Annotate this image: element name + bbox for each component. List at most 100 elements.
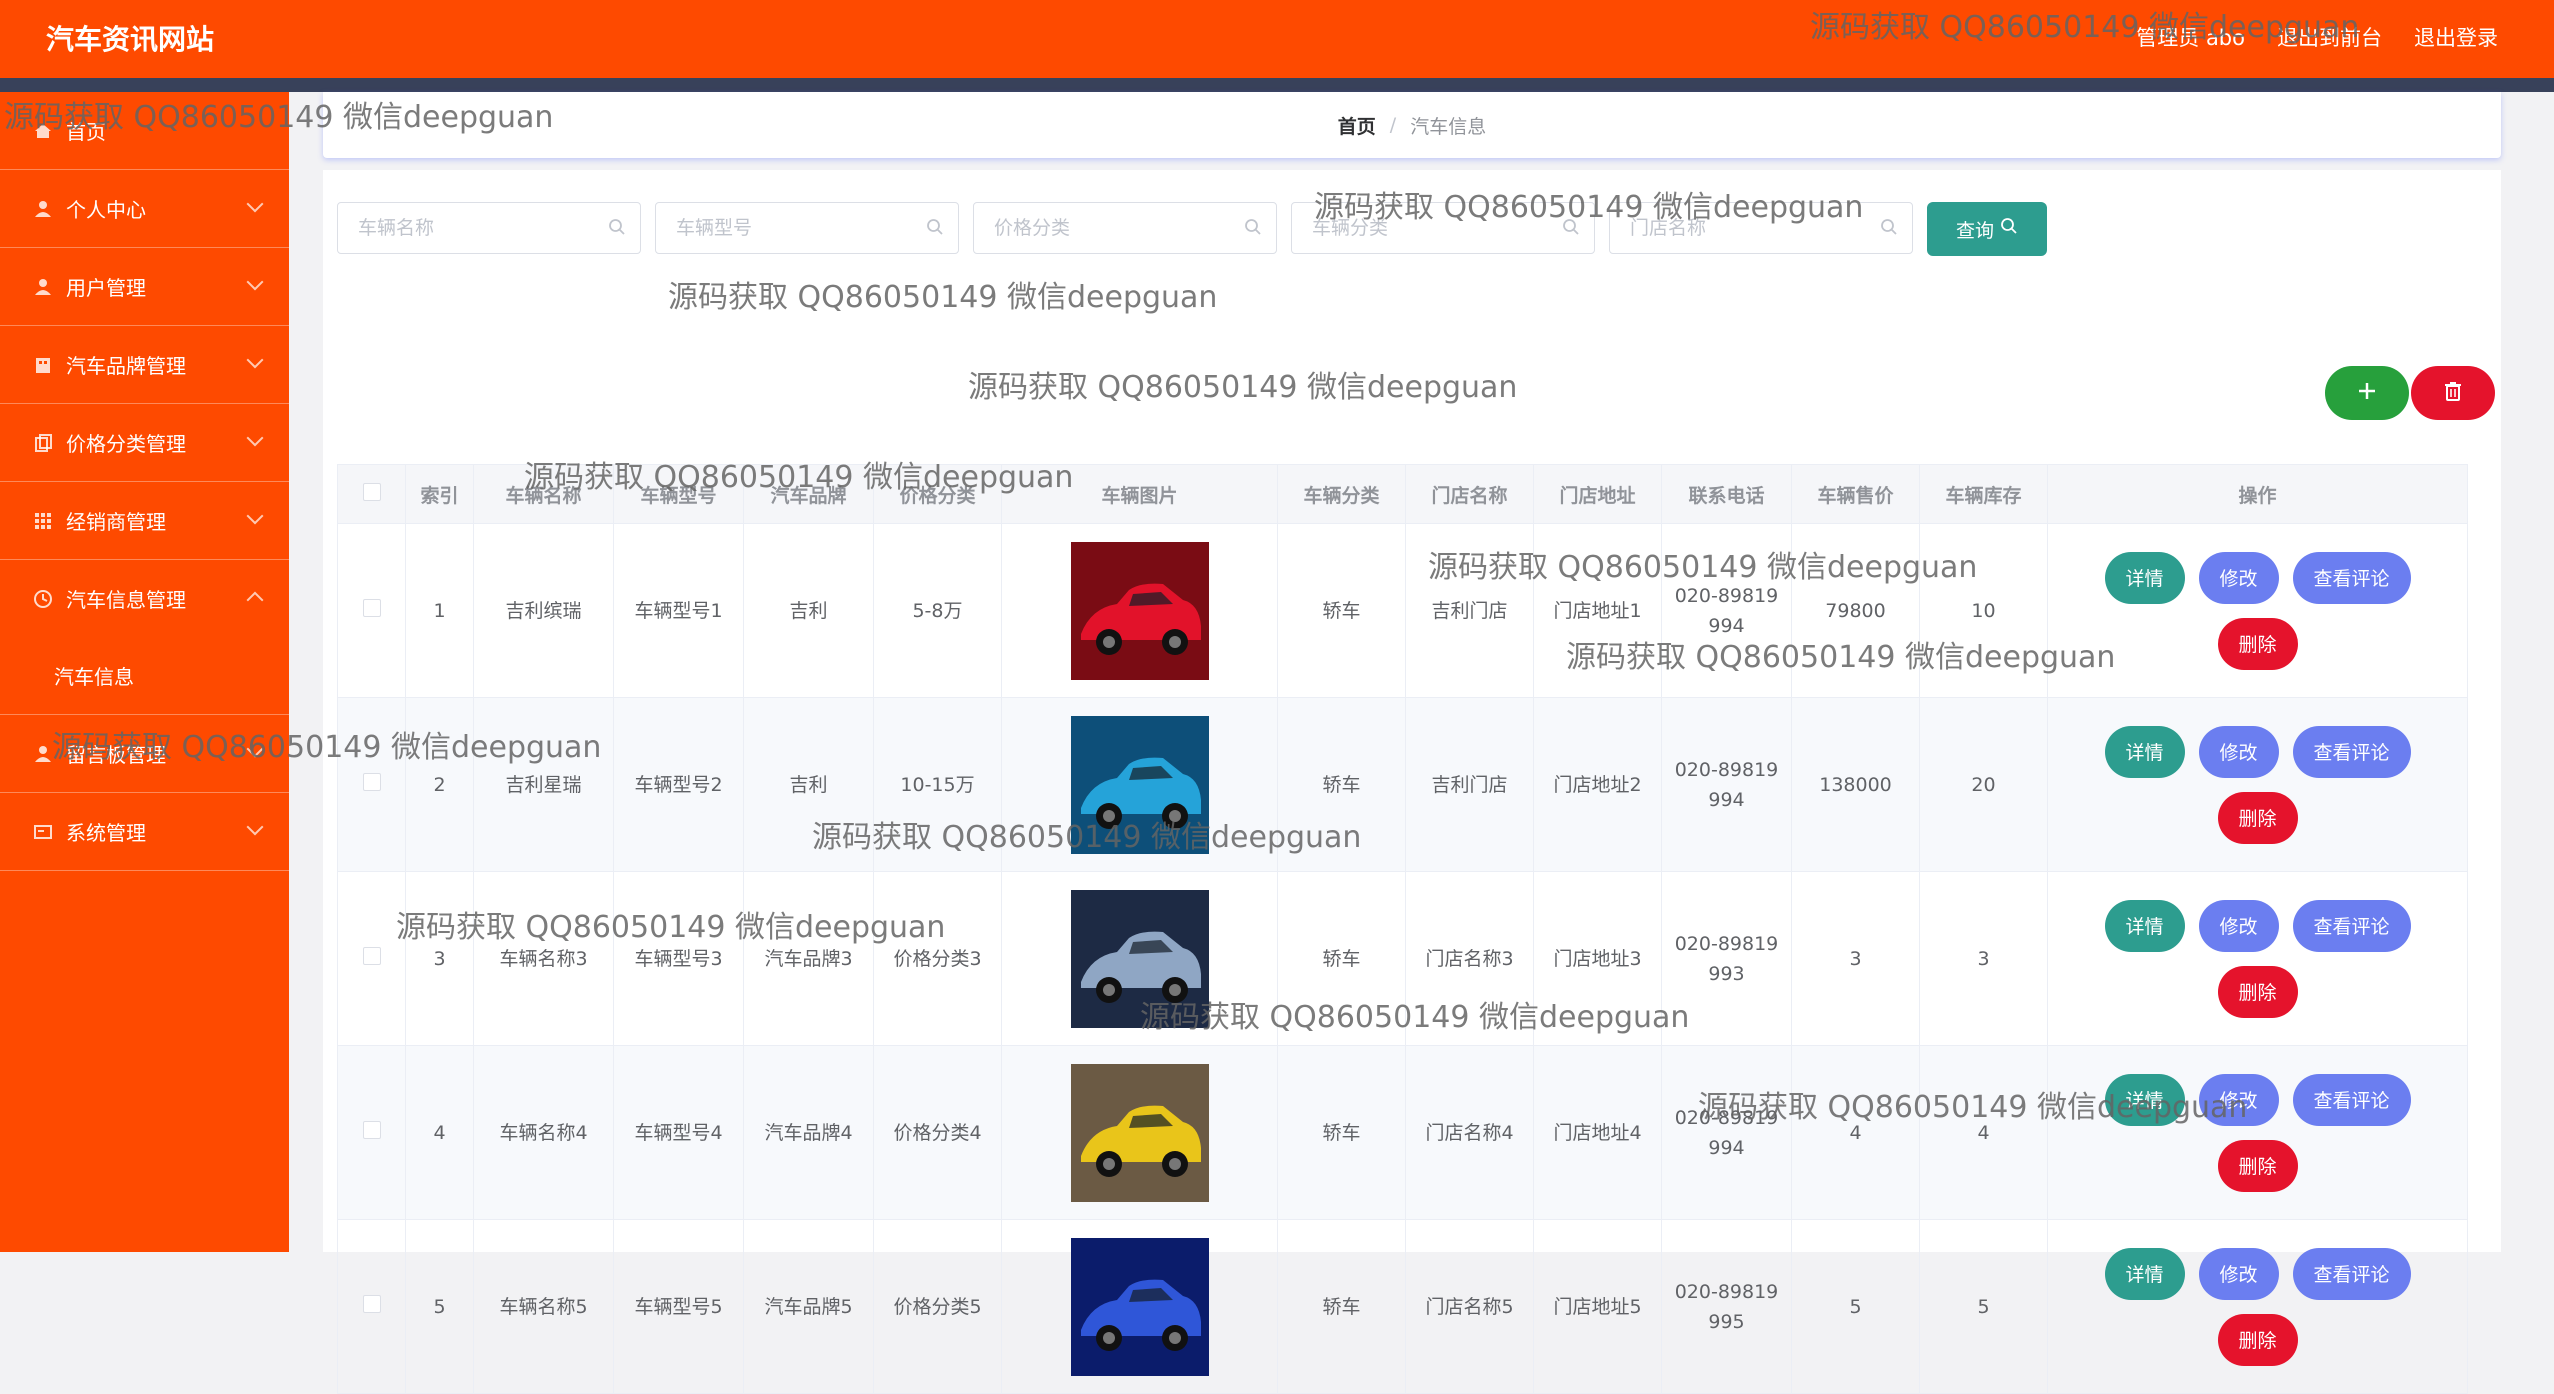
select-all-cell	[337, 464, 406, 524]
phone-line: 994	[1708, 614, 1745, 637]
add-button[interactable]	[2325, 366, 2409, 420]
column-header[interactable]: 汽车品牌	[743, 464, 874, 524]
cell-car-image	[1001, 871, 1278, 1046]
sidebar-item-message-board-management[interactable]: 留言板管理	[0, 715, 289, 793]
view-reviews-button[interactable]: 查看评论	[2292, 1073, 2411, 1126]
chevron-down-icon	[246, 429, 264, 447]
detail-button[interactable]: 详情	[2104, 1247, 2185, 1300]
edit-button[interactable]: 修改	[2198, 1247, 2279, 1300]
table-row[interactable]: 2 吉利星瑞 车辆型号2 吉利 10-15万 轿车 吉利门店 门店地址2 020-89819 99…	[337, 697, 2468, 872]
detail-button[interactable]: 详情	[2104, 1073, 2185, 1126]
sidebar-item-label: 价格分类管理	[66, 432, 186, 456]
select-all-checkbox[interactable]	[362, 482, 381, 501]
view-reviews-button[interactable]: 查看评论	[2292, 899, 2411, 952]
view-reviews-button[interactable]: 查看评论	[2292, 725, 2411, 778]
cell-car-name: 车辆名称5	[473, 1219, 614, 1394]
cell-price-category: 价格分类5	[873, 1219, 1002, 1394]
cell-car-category: 轿车	[1277, 871, 1406, 1046]
sidebar-item-dealer-management[interactable]: 经销商管理	[0, 482, 289, 560]
column-header[interactable]: 车辆图片	[1001, 464, 1278, 524]
detail-button[interactable]: 详情	[2104, 725, 2185, 778]
column-header[interactable]: 门店名称	[1405, 464, 1534, 524]
row-checkbox[interactable]	[362, 598, 381, 617]
store-name-input[interactable]	[1610, 203, 1872, 253]
column-header[interactable]: 车辆库存	[1919, 464, 2048, 524]
edit-button[interactable]: 修改	[2198, 1073, 2279, 1126]
sidebar-subitem-car-info[interactable]: 汽车信息	[0, 637, 289, 715]
sidebar-item-home[interactable]: 首页	[0, 92, 289, 170]
edit-button[interactable]: 修改	[2198, 551, 2279, 604]
column-header[interactable]: 索引	[405, 464, 474, 524]
cell-actions: 详情 修改 查看评论删除	[2047, 871, 2468, 1046]
sidebar-item-personal-center[interactable]: 个人中心	[0, 170, 289, 248]
chevron-down-icon	[246, 740, 264, 758]
breadcrumb-home[interactable]: 首页	[1338, 112, 1376, 139]
home-icon	[32, 120, 54, 142]
column-header[interactable]: 车辆名称	[473, 464, 614, 524]
car-model-search	[655, 202, 959, 254]
search-icon	[1880, 218, 1898, 241]
edit-button[interactable]: 修改	[2198, 725, 2279, 778]
batch-delete-button[interactable]	[2411, 366, 2495, 420]
delete-button[interactable]: 删除	[2217, 1313, 2298, 1366]
detail-button[interactable]: 详情	[2104, 551, 2185, 604]
row-select-cell	[337, 697, 406, 872]
sidebar-item-car-info-management[interactable]: 汽车信息管理	[0, 560, 289, 637]
chevron-down-icon	[246, 351, 264, 369]
sidebar-item-user-management[interactable]: 用户管理	[0, 248, 289, 326]
column-header[interactable]: 车辆售价	[1791, 464, 1920, 524]
sidebar-item-label: 首页	[66, 120, 106, 144]
sidebar-item-brand-management[interactable]: 汽车品牌管理	[0, 326, 289, 404]
query-button-label: 查询	[1955, 220, 1994, 242]
delete-button[interactable]: 删除	[2217, 791, 2298, 844]
sidebar-item-label: 系统管理	[66, 821, 146, 845]
front-link[interactable]: 退出到前台	[2277, 22, 2382, 52]
sidebar-item-system-management[interactable]: 系统管理	[0, 793, 289, 871]
cell-price: 79800	[1791, 523, 1920, 698]
chevron-up-icon	[246, 591, 264, 609]
table-row[interactable]: 1 吉利缤瑞 车辆型号1 吉利 5-8万 轿车 吉利门店 门店地址1 020-89819 994 7…	[337, 523, 2468, 698]
car-thumbnail	[1070, 715, 1209, 854]
view-reviews-button[interactable]: 查看评论	[2292, 551, 2411, 604]
delete-button[interactable]: 删除	[2217, 1139, 2298, 1192]
breadcrumb-separator: /	[1389, 114, 1397, 136]
table-header-row: 索引 车辆名称 车辆型号 汽车品牌 价格分类 车辆图片 车辆分类 门店名称 门店…	[337, 464, 2468, 524]
column-header[interactable]: 车辆分类	[1277, 464, 1406, 524]
cell-car-name: 吉利缤瑞	[473, 523, 614, 698]
delete-button[interactable]: 删除	[2217, 965, 2298, 1018]
car-model-input[interactable]	[656, 203, 918, 253]
cell-brand: 汽车品牌4	[743, 1045, 874, 1220]
cell-phone: 020-89819 994	[1661, 697, 1792, 872]
detail-button[interactable]: 详情	[2104, 899, 2185, 952]
table-row[interactable]: 5 车辆名称5 车辆型号5 汽车品牌5 价格分类5 轿车 门店名称5 门店地址5 020-898…	[337, 1219, 2468, 1394]
person-icon	[32, 743, 54, 765]
column-header[interactable]: 车辆型号	[613, 464, 744, 524]
table-row[interactable]: 3 车辆名称3 车辆型号3 汽车品牌3 价格分类3 轿车 门店名称3 门店地址3 020-898…	[337, 871, 2468, 1046]
cell-car-model: 车辆型号5	[613, 1219, 744, 1394]
logout-link[interactable]: 退出登录	[2414, 22, 2498, 52]
cell-store-address: 门店地址3	[1533, 871, 1662, 1046]
column-header[interactable]: 价格分类	[873, 464, 1002, 524]
price-category-input[interactable]	[974, 203, 1236, 253]
card-icon	[32, 821, 54, 843]
table-row[interactable]: 4 车辆名称4 车辆型号4 汽车品牌4 价格分类4 轿车 门店名称4 门店地址4 020-898…	[337, 1045, 2468, 1220]
column-header[interactable]: 联系电话	[1661, 464, 1792, 524]
cell-index: 2	[405, 697, 474, 872]
row-checkbox[interactable]	[362, 1120, 381, 1139]
edit-button[interactable]: 修改	[2198, 899, 2279, 952]
delete-button[interactable]: 删除	[2217, 617, 2298, 670]
car-info-table: 索引 车辆名称 车辆型号 汽车品牌 价格分类 车辆图片 车辆分类 门店名称 门店…	[337, 464, 2468, 1394]
row-checkbox[interactable]	[362, 1294, 381, 1313]
row-checkbox[interactable]	[362, 946, 381, 965]
query-button[interactable]: 查询	[1927, 202, 2047, 256]
view-reviews-button[interactable]: 查看评论	[2292, 1247, 2411, 1300]
cell-index: 3	[405, 871, 474, 1046]
sidebar-item-price-category-management[interactable]: 价格分类管理	[0, 404, 289, 482]
row-checkbox[interactable]	[362, 772, 381, 791]
cell-phone: 020-89819 993	[1661, 871, 1792, 1046]
car-category-input[interactable]	[1292, 203, 1554, 253]
car-name-input[interactable]	[338, 203, 600, 253]
sidebar-item-label: 用户管理	[66, 276, 146, 300]
table-body: 1 吉利缤瑞 车辆型号1 吉利 5-8万 轿车 吉利门店 门店地址1 020-89819 994 7…	[337, 523, 2468, 1394]
column-header[interactable]: 门店地址	[1533, 464, 1662, 524]
